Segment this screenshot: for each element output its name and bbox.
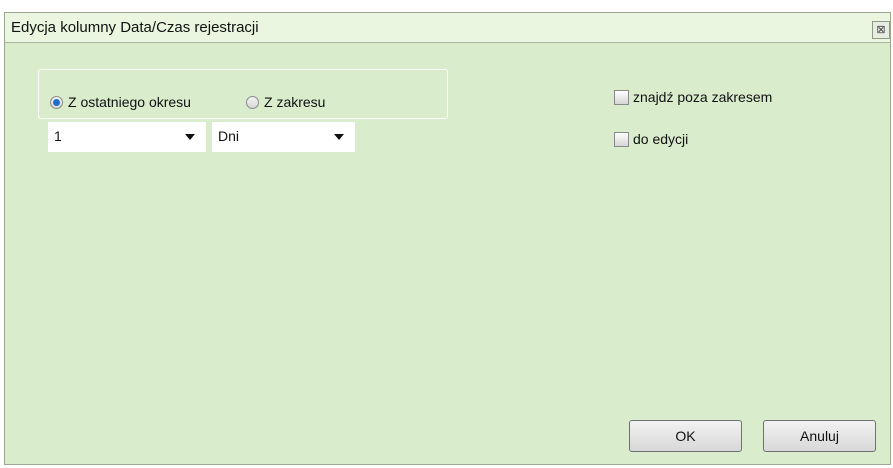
checkbox-for-editing-box[interactable] (614, 131, 629, 147)
radio-last-period[interactable]: Z ostatniego okresu (50, 94, 191, 110)
checkbox-outside-range-label: znajdź poza zakresem (633, 89, 773, 105)
period-unit-dropdown[interactable]: Dni (212, 122, 355, 152)
period-count-dropdown[interactable]: 1 (48, 122, 206, 152)
cancel-button[interactable]: Anuluj (763, 420, 876, 452)
period-unit-value: Dni (218, 128, 240, 144)
dialog-window: Edycja kolumny Data/Czas rejestracji ⊠ Z… (4, 12, 891, 465)
checkbox-for-editing-label: do edycji (633, 131, 689, 147)
ok-button[interactable]: OK (629, 420, 742, 452)
checkbox-outside-range-box[interactable] (614, 89, 629, 105)
period-count-value: 1 (54, 128, 62, 144)
radio-range-indicator[interactable] (246, 95, 259, 109)
radio-range-label: Z zakresu (264, 94, 326, 110)
background-window-strip (0, 0, 893, 12)
window-title: Edycja kolumny Data/Czas rejestracji (11, 19, 259, 36)
radio-range[interactable]: Z zakresu (246, 94, 325, 110)
title-bar: Edycja kolumny Data/Czas rejestracji ⊠ (5, 13, 890, 43)
radio-last-period-label: Z ostatniego okresu (68, 94, 191, 110)
checkbox-for-editing[interactable]: do edycji (614, 131, 688, 147)
chevron-down-icon[interactable] (185, 134, 195, 140)
checkbox-outside-range[interactable]: znajdź poza zakresem (614, 89, 772, 105)
radio-last-period-indicator[interactable] (50, 95, 63, 109)
chevron-down-icon[interactable] (334, 134, 344, 140)
close-icon[interactable]: ⊠ (872, 21, 890, 39)
